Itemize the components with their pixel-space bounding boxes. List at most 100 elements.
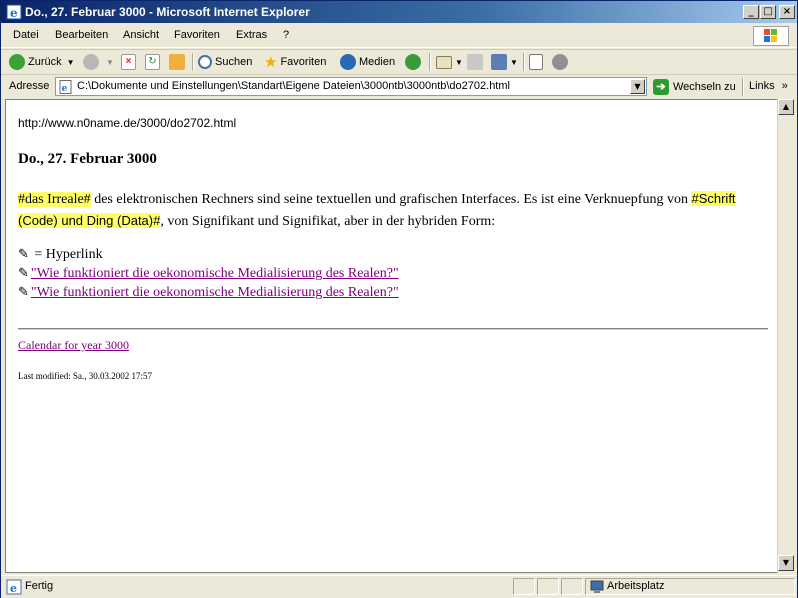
- back-arrow-icon: [9, 54, 25, 70]
- toolbar-separator: [742, 78, 744, 96]
- go-button[interactable]: ➔ Wechseln zu: [653, 78, 736, 96]
- svg-text:e: e: [62, 84, 68, 94]
- links-label: Links: [749, 80, 775, 92]
- toolbar-separator: [523, 53, 525, 71]
- calendar-link-container: Calendar for year 3000: [18, 338, 129, 353]
- menu-bar: Datei Bearbeiten Ansicht Favoriten Extra…: [1, 25, 797, 48]
- vertical-scrollbar[interactable]: ▲ ▼: [777, 99, 794, 573]
- page-url-text: http://www.n0name.de/3000/do2702.html: [18, 116, 237, 130]
- pencil-icon: ✎: [18, 284, 29, 299]
- back-label: Zurück: [28, 56, 62, 68]
- favorites-label: Favoriten: [280, 56, 327, 68]
- pencil-icon: ✎: [18, 246, 29, 261]
- favorites-star-icon: ★: [264, 54, 278, 71]
- forward-dropdown-icon[interactable]: ▼: [106, 58, 114, 67]
- edit-dropdown-icon[interactable]: ▼: [510, 58, 518, 67]
- stop-icon: ×: [121, 54, 136, 70]
- menu-extras[interactable]: Extras: [236, 29, 267, 41]
- page-viewport[interactable]: http://www.n0name.de/3000/do2702.html Do…: [5, 99, 777, 573]
- toolbar-separator: [192, 53, 194, 71]
- paragraph-text-2: , von Signifikant und Signifikat, aber i…: [160, 214, 496, 229]
- media-icon: [340, 54, 356, 70]
- link-row-1: ✎ "Wie funktioniert die oekonomische Medi…: [18, 265, 399, 282]
- hyperlink-legend-text: = Hyperlink: [30, 247, 103, 262]
- go-arrow-icon: ➔: [653, 79, 669, 95]
- back-dropdown-icon[interactable]: ▼: [67, 58, 75, 67]
- discuss-icon: [529, 54, 543, 70]
- browser-window: e Do., 27. Februar 3000 - Microsoft Inte…: [0, 0, 798, 598]
- home-button[interactable]: [169, 53, 188, 71]
- status-cell: [561, 578, 583, 595]
- title-bar[interactable]: e Do., 27. Februar 3000 - Microsoft Inte…: [1, 1, 797, 23]
- edit-button[interactable]: ▼: [491, 53, 518, 71]
- search-label: Suchen: [215, 56, 253, 68]
- svg-text:e: e: [10, 6, 18, 20]
- status-cell: [513, 578, 535, 595]
- menu-bearbeiten[interactable]: Bearbeiten: [55, 29, 108, 41]
- address-value: C:\Dokumente und Einstellungen\Standart\…: [77, 80, 510, 92]
- mail-icon: [436, 55, 452, 69]
- links-chevron-icon: »: [781, 80, 788, 92]
- paragraph-text-1: des elektronischen Rechners sind seine t…: [90, 192, 692, 207]
- address-label: Adresse: [9, 80, 50, 92]
- maximize-button[interactable]: □: [760, 5, 776, 19]
- print-icon: [467, 54, 483, 70]
- stop-button[interactable]: ×: [121, 53, 139, 71]
- link-row-2: ✎ "Wie funktioniert die oekonomische Medi…: [18, 284, 399, 301]
- media-button[interactable]: Medien: [340, 53, 395, 71]
- toolbar-separator: [429, 53, 431, 71]
- print-button[interactable]: [467, 53, 486, 71]
- link-medialisierung-1[interactable]: "Wie funktioniert die oekonomische Media…: [31, 266, 399, 281]
- window-title: Do., 27. Februar 3000 - Microsoft Intern…: [25, 5, 310, 19]
- page-done-icon: e: [6, 579, 22, 595]
- minimize-button[interactable]: _: [743, 5, 759, 19]
- security-zone-text: Arbeitsplatz: [607, 580, 665, 592]
- forward-button[interactable]: ▼: [83, 53, 114, 71]
- last-modified-text: Last modified: Sa., 30.03.2002 17:57: [18, 371, 152, 381]
- mail-button[interactable]: ▼: [436, 53, 463, 71]
- scroll-up-arrow-icon[interactable]: ▲: [778, 99, 794, 115]
- close-button[interactable]: ×: [779, 5, 795, 19]
- messenger-button[interactable]: [552, 53, 571, 71]
- search-icon: [198, 55, 212, 69]
- calendar-link[interactable]: Calendar for year 3000: [18, 338, 129, 352]
- highlight-irreale: #das Irreale#: [18, 192, 91, 207]
- scroll-down-arrow-icon[interactable]: ▼: [778, 555, 794, 571]
- refresh-button[interactable]: ↻: [145, 53, 163, 71]
- menu-help[interactable]: ?: [283, 29, 289, 41]
- forward-arrow-icon: [83, 54, 99, 70]
- favorites-button[interactable]: ★ Favoriten: [264, 53, 326, 71]
- back-button[interactable]: Zurück ▼: [9, 53, 75, 71]
- hyperlink-legend: ✎ = Hyperlink: [18, 246, 103, 263]
- svg-text:e: e: [10, 582, 17, 595]
- links-toolbar-button[interactable]: Links »: [749, 80, 788, 92]
- status-bar: e Fertig Arbeitsplatz: [1, 575, 797, 598]
- address-dropdown-icon[interactable]: ▼: [630, 79, 645, 94]
- page-heading: Do., 27. Februar 3000: [18, 151, 157, 167]
- history-button[interactable]: [405, 53, 424, 71]
- pencil-icon: ✎: [18, 265, 29, 280]
- ie-logo-icon: e: [6, 4, 22, 20]
- menu-datei[interactable]: Datei: [13, 29, 39, 41]
- status-text: Fertig: [25, 580, 54, 592]
- menu-favoriten[interactable]: Favoriten: [174, 29, 220, 41]
- go-label: Wechseln zu: [673, 81, 736, 93]
- intro-paragraph: #das Irreale# des elektronischen Rechner…: [18, 188, 758, 232]
- search-button[interactable]: Suchen: [198, 53, 252, 71]
- mail-dropdown-icon[interactable]: ▼: [455, 58, 463, 67]
- discuss-button[interactable]: [529, 53, 546, 71]
- standard-toolbar: Zurück ▼ ▼ × ↻ Suchen ★ Favoriten Medien: [1, 49, 797, 74]
- home-icon: [169, 54, 185, 70]
- status-cell: [537, 578, 559, 595]
- my-computer-icon: [590, 580, 604, 593]
- edit-icon: [491, 54, 507, 70]
- address-input[interactable]: e C:\Dokumente und Einstellungen\Standar…: [55, 77, 647, 96]
- history-icon: [405, 54, 421, 70]
- link-medialisierung-2[interactable]: "Wie funktioniert die oekonomische Media…: [31, 285, 399, 300]
- media-label: Medien: [359, 56, 396, 68]
- refresh-icon: ↻: [145, 54, 160, 70]
- address-bar: Adresse e C:\Dokumente und Einstellungen…: [1, 74, 797, 99]
- menu-ansicht[interactable]: Ansicht: [123, 29, 159, 41]
- horizontal-rule: [18, 328, 768, 330]
- messenger-icon: [552, 54, 568, 70]
